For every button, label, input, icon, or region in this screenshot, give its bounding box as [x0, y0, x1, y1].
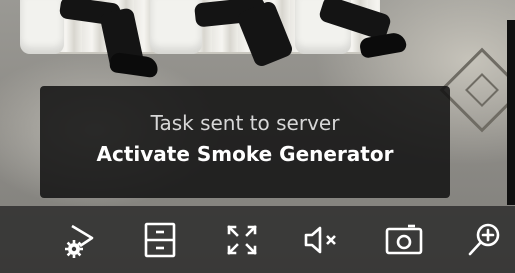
archive-button[interactable] — [136, 216, 184, 264]
digital-zoom-button[interactable] — [460, 216, 508, 264]
fullscreen-icon — [220, 218, 264, 262]
frame-edge — [507, 20, 515, 205]
archive-icon — [138, 218, 182, 262]
fullscreen-button[interactable] — [218, 216, 266, 264]
snapshot-button[interactable] — [380, 216, 428, 264]
camera-viewport[interactable]: Task sent to server Activate Smoke Gener… — [0, 0, 515, 273]
snapshot-camera-icon — [382, 218, 426, 262]
speaker-muted-icon — [300, 218, 344, 262]
camera-toolbar — [0, 206, 515, 273]
notification-toast: Task sent to server Activate Smoke Gener… — [40, 86, 450, 198]
chair — [20, 0, 64, 54]
script-gear-icon — [60, 218, 104, 262]
zoom-in-icon — [462, 218, 506, 262]
run-macro-button[interactable] — [58, 216, 106, 264]
notification-status: Task sent to server — [150, 111, 340, 135]
mute-toggle-button[interactable] — [298, 216, 346, 264]
notification-action-name: Activate Smoke Generator — [96, 142, 394, 166]
